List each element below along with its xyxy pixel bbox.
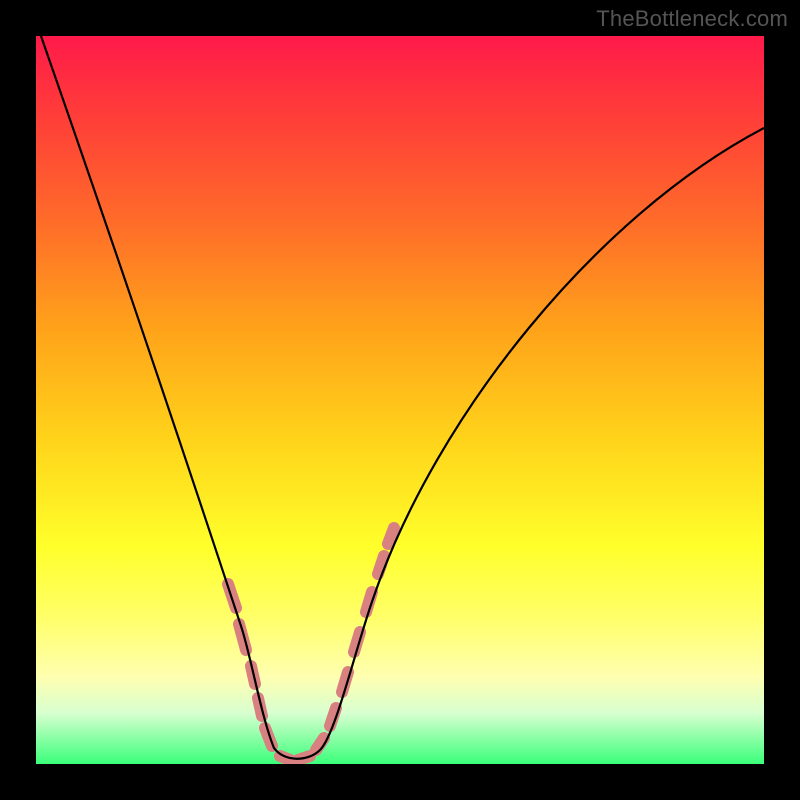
watermark-text: TheBottleneck.com	[596, 6, 788, 32]
highlight-dash-group	[228, 528, 394, 760]
curve-layer	[36, 36, 764, 764]
chart-frame: TheBottleneck.com	[0, 0, 800, 800]
plot-area	[36, 36, 764, 764]
highlight-dash	[388, 528, 394, 544]
bottleneck-curve	[41, 36, 764, 759]
